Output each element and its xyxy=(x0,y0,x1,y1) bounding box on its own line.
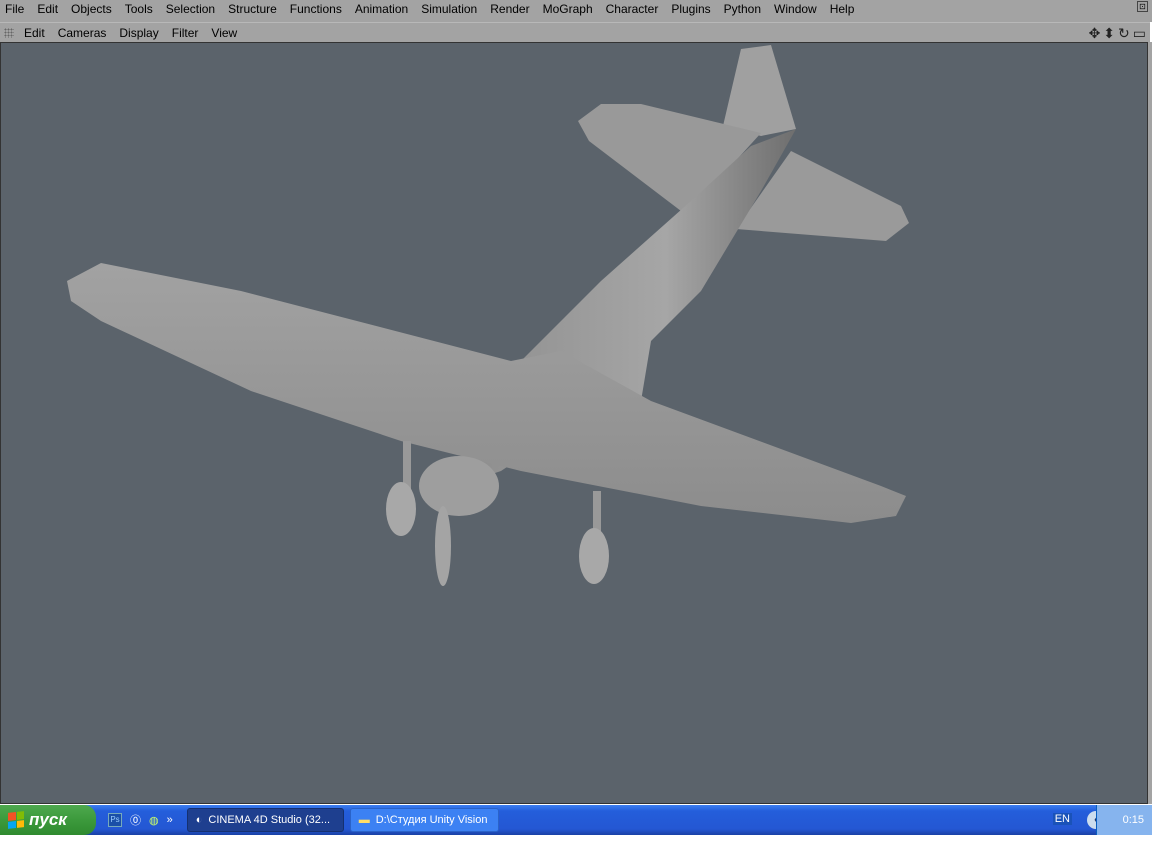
task-label: CINEMA 4D Studio (32... xyxy=(208,814,331,826)
airplane-model xyxy=(67,45,909,586)
viewport-menu-view[interactable]: View xyxy=(211,26,237,40)
system-tray: 0:15 xyxy=(1096,805,1152,835)
move-icon[interactable]: ✥ xyxy=(1089,25,1101,42)
left-wheel xyxy=(386,482,416,536)
cinema4d-icon: ◐ xyxy=(195,814,203,826)
opera-icon[interactable]: ⓪ xyxy=(130,812,141,828)
menu-help[interactable]: Help xyxy=(830,2,855,16)
layout-icon[interactable]: ⊡ xyxy=(1137,1,1148,12)
menu-functions[interactable]: Functions xyxy=(290,2,342,16)
menu-objects[interactable]: Objects xyxy=(71,2,112,16)
task-label: D:\Студия Unity Vision xyxy=(375,814,488,826)
folder-icon: ▬ xyxy=(358,814,370,826)
start-button[interactable]: пуск xyxy=(0,805,96,835)
chevron-more-icon[interactable]: » xyxy=(167,814,173,826)
viewport-menu-edit[interactable]: Edit xyxy=(24,26,45,40)
task-cinema4d[interactable]: ◐ CINEMA 4D Studio (32... xyxy=(186,808,344,832)
menu-bar: File Edit Objects Tools Selection Struct… xyxy=(0,0,1152,17)
taskbar: пуск Ps ⓪ ◍ » ◐ CINEMA 4D Studio (32... … xyxy=(0,805,1152,835)
photoshop-icon[interactable]: Ps xyxy=(108,813,122,827)
menu-selection[interactable]: Selection xyxy=(166,2,215,16)
grip-handle[interactable] xyxy=(4,27,14,38)
viewport-menu-filter[interactable]: Filter xyxy=(172,26,199,40)
engine-cowl xyxy=(419,456,499,516)
menu-file[interactable]: File xyxy=(5,2,24,16)
viewport-border xyxy=(1148,42,1152,804)
viewport-menu-bar: Edit Cameras Display Filter View ✥ ⬍ ↻ ▭ xyxy=(0,22,1150,42)
menu-edit[interactable]: Edit xyxy=(37,2,58,16)
windows-logo-icon xyxy=(8,811,24,829)
quick-launch: Ps ⓪ ◍ » xyxy=(108,812,173,828)
clock[interactable]: 0:15 xyxy=(1123,814,1144,826)
tail-fin xyxy=(723,45,796,136)
menu-mograph[interactable]: MoGraph xyxy=(543,2,593,16)
propeller xyxy=(435,506,451,586)
rotate-icon[interactable]: ↻ xyxy=(1118,25,1130,42)
3d-viewport[interactable] xyxy=(0,42,1148,804)
language-indicator[interactable]: EN xyxy=(1052,813,1072,825)
dolly-icon[interactable]: ⬍ xyxy=(1103,25,1115,42)
right-wheel xyxy=(579,528,609,584)
maximize-icon[interactable]: ▭ xyxy=(1133,25,1146,42)
start-label: пуск xyxy=(29,810,67,829)
right-gear-strut xyxy=(593,491,601,531)
menu-plugins[interactable]: Plugins xyxy=(671,2,710,16)
globe-icon[interactable]: ◍ xyxy=(149,814,159,827)
menu-simulation[interactable]: Simulation xyxy=(421,2,477,16)
menu-window[interactable]: Window xyxy=(774,2,817,16)
task-explorer[interactable]: ▬ D:\Студия Unity Vision xyxy=(349,808,499,832)
menu-python[interactable]: Python xyxy=(724,2,761,16)
menu-render[interactable]: Render xyxy=(490,2,529,16)
viewport-menu-display[interactable]: Display xyxy=(119,26,158,40)
menu-character[interactable]: Character xyxy=(606,2,659,16)
menu-structure[interactable]: Structure xyxy=(228,2,277,16)
menu-animation[interactable]: Animation xyxy=(355,2,408,16)
menu-tools[interactable]: Tools xyxy=(125,2,153,16)
viewport-menu-cameras[interactable]: Cameras xyxy=(58,26,107,40)
